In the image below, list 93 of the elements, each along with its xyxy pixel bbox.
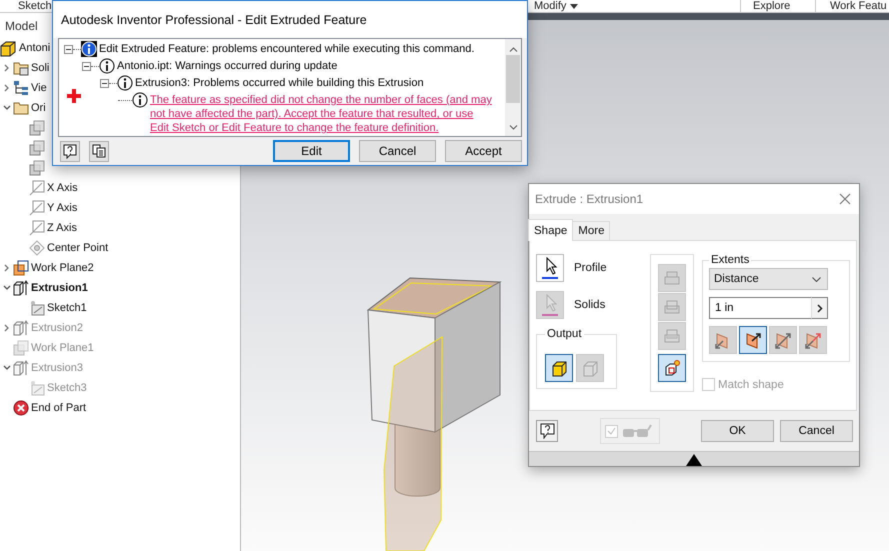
- copy-button[interactable]: [89, 140, 109, 162]
- collapse-toggle-icon[interactable]: [64, 45, 73, 54]
- message-text[interactable]: Edit Extruded Feature: problems encountered while executing this command.: [99, 41, 474, 57]
- checkmark-icon: [607, 427, 616, 435]
- sketch-icon: [29, 380, 45, 396]
- expand-chevron-icon[interactable]: [4, 64, 10, 72]
- plane-icon: [29, 120, 45, 136]
- plus-icon: [67, 89, 81, 103]
- extrusion-icon: [13, 360, 29, 376]
- tree-item-label[interactable]: Extrusion1: [31, 282, 88, 294]
- tree-item-label[interactable]: Work Plane2: [31, 262, 94, 274]
- dialog-button[interactable]: Accept: [445, 140, 522, 162]
- checkbox-label: Match shape: [718, 378, 784, 390]
- selector-label: Profile: [574, 262, 607, 274]
- collapse-toggle-icon[interactable]: [100, 79, 109, 88]
- join-icon: [663, 269, 681, 287]
- new-solid-operation-button[interactable]: [658, 354, 686, 382]
- tree-item-label[interactable]: Ori: [31, 102, 46, 114]
- chevron-right-icon: [816, 304, 822, 312]
- error-message-link[interactable]: The feature as specified did not change the number of faces (and may not have affected the part). Accept the feature that resulted, or use Edit Sketch or Edit Feature to change the feature definition.: [150, 93, 495, 135]
- cube-icon: [550, 358, 568, 378]
- dialog-button[interactable]: Cancel: [359, 140, 436, 162]
- tree-item-label[interactable]: Soli: [31, 62, 50, 74]
- dialog-button[interactable]: Edit: [273, 140, 350, 162]
- tree-item-label[interactable]: Vie: [31, 82, 47, 94]
- close-icon[interactable]: [839, 193, 851, 205]
- copy-icon: [92, 144, 106, 158]
- tree-item-label[interactable]: Sketch1: [47, 302, 87, 314]
- plane-icon: [29, 140, 45, 156]
- collapse-toggle-icon[interactable]: [82, 62, 91, 71]
- axis-icon: [29, 200, 45, 216]
- folder-icon: [13, 60, 29, 76]
- expand-chevron-icon[interactable]: [4, 264, 10, 272]
- distance-field[interactable]: 1 in: [709, 297, 811, 319]
- collapse-chevron-icon[interactable]: [2, 285, 10, 291]
- message-text[interactable]: Extrusion3: Problems occurred while building this Extrusion: [135, 75, 424, 91]
- dialog-title: Autodesk Inventor Professional - Edit Extruded Feature: [61, 12, 367, 26]
- help-button[interactable]: [60, 140, 80, 162]
- intersect-icon: [663, 327, 681, 345]
- caret-icon: [812, 276, 821, 282]
- tree-item-label[interactable]: Z Axis: [47, 222, 77, 234]
- error-icon: [13, 400, 29, 416]
- tree-item-label[interactable]: Center Point: [47, 242, 108, 254]
- group-label: Extents: [710, 254, 750, 266]
- axis-icon: [29, 220, 45, 236]
- new-solid-icon: [663, 359, 681, 377]
- dialog-button[interactable]: Cancel: [780, 420, 853, 442]
- group-label: Output: [546, 328, 583, 340]
- more-options-button[interactable]: [811, 297, 828, 319]
- ribbon-tab[interactable]: Explore: [753, 0, 790, 12]
- help-button[interactable]: [536, 420, 558, 442]
- cursor-arrow-icon: [542, 294, 558, 316]
- tab[interactable]: More: [572, 221, 610, 240]
- dialog-button[interactable]: OK: [701, 420, 774, 442]
- direction-button[interactable]: [739, 326, 767, 354]
- wireframe-cube-icon: [580, 358, 600, 378]
- axis-icon: [29, 180, 45, 196]
- tree-item-label[interactable]: X Axis: [47, 182, 78, 194]
- panel-title[interactable]: Model: [5, 18, 38, 32]
- extents-dropdown[interactable]: Distance: [709, 268, 828, 290]
- ribbon-tab[interactable]: Modify: [534, 0, 566, 12]
- ribbon-tab[interactable]: Sketch: [18, 0, 52, 12]
- scroll-up-icon: [508, 47, 518, 52]
- hierarchy-icon: [13, 80, 29, 96]
- extrusion-icon: [13, 320, 29, 336]
- expand-chevron-icon[interactable]: [4, 84, 10, 92]
- extrusion-icon: [13, 280, 29, 296]
- dialog-title: Extrude : Extrusion1: [535, 192, 644, 206]
- collapse-chevron-icon[interactable]: [2, 105, 10, 111]
- ribbon-tab[interactable]: Work Featu: [830, 0, 887, 12]
- glasses-icon: [622, 424, 652, 438]
- folder-icon: [13, 100, 29, 116]
- cursor-arrow-icon: [542, 257, 558, 279]
- tab[interactable]: Shape: [528, 219, 574, 241]
- sketch-icon: [29, 300, 45, 316]
- tree-item-label[interactable]: Y Axis: [47, 202, 78, 214]
- scrollbar-thumb[interactable]: [506, 55, 520, 103]
- message-text[interactable]: Antonio.ipt: Warnings occurred during update: [117, 58, 338, 74]
- selector-label: Solids: [574, 299, 606, 311]
- tree-item-label[interactable]: End of Part: [31, 402, 86, 414]
- solid-output-button[interactable]: [545, 354, 573, 382]
- triangle-icon: [686, 454, 702, 466]
- point-icon: [29, 240, 45, 256]
- plane-icon: [13, 340, 29, 356]
- cut-icon: [663, 298, 681, 316]
- cube-icon: [0, 40, 17, 56]
- tree-item-label[interactable]: Antoni: [19, 42, 50, 54]
- help-icon: [63, 144, 77, 158]
- profile-select-button[interactable]: [536, 254, 564, 282]
- plane-icon: [29, 160, 45, 176]
- plane-icon: [13, 260, 29, 276]
- scroll-down-icon: [508, 125, 518, 130]
- help-icon: [540, 423, 554, 439]
